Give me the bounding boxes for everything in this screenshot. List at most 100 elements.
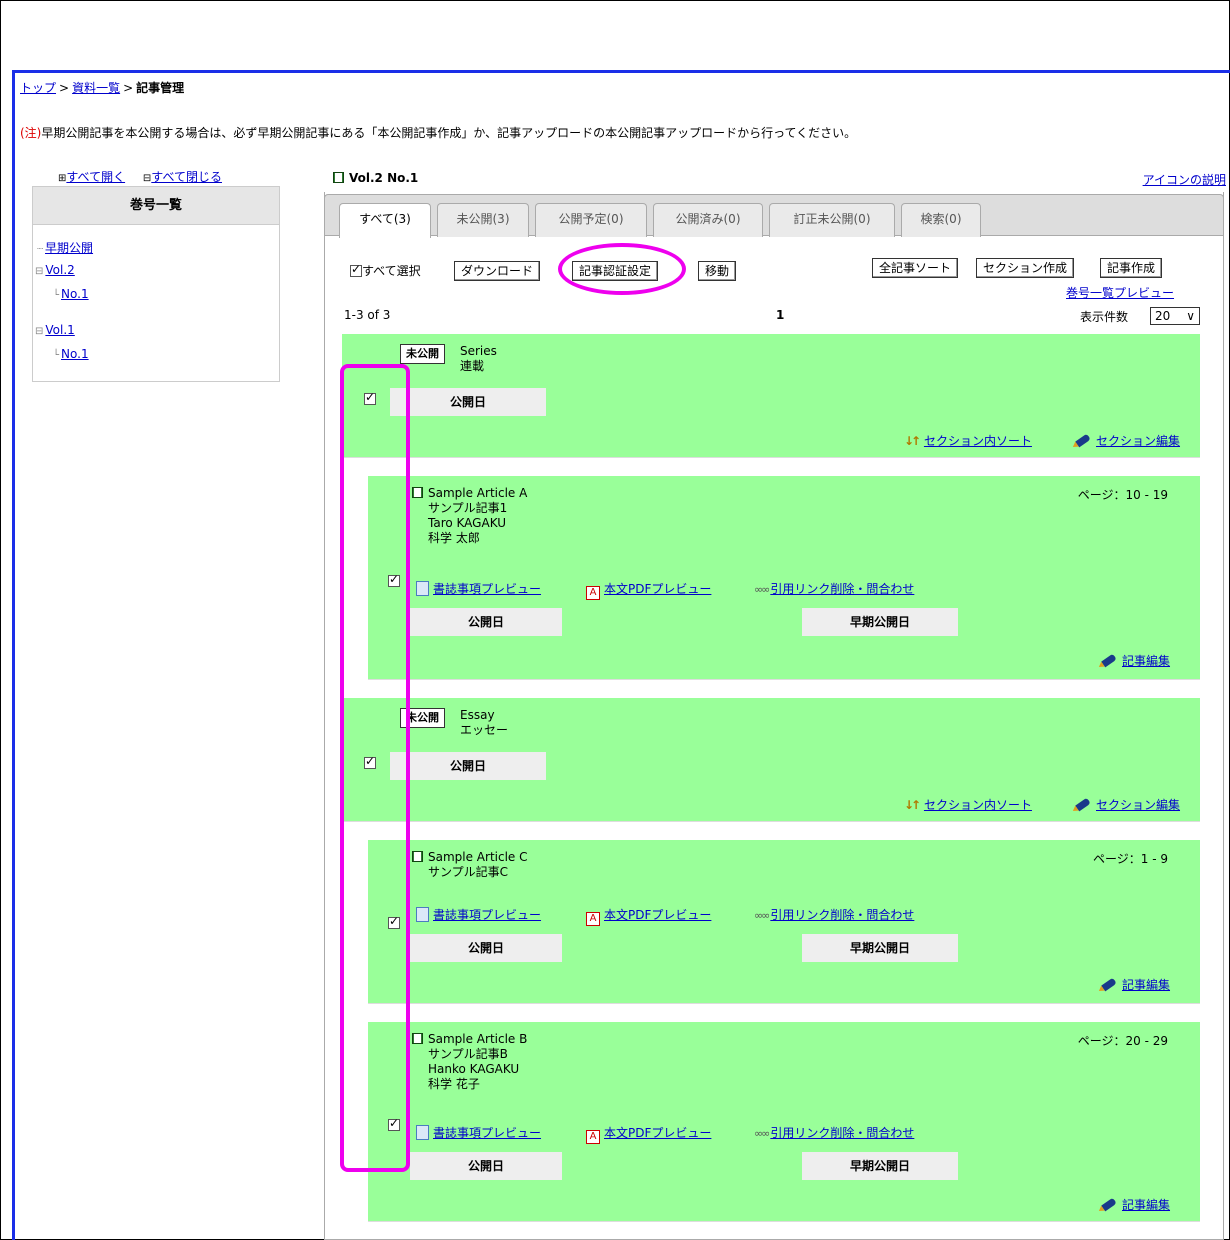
section-sort-link[interactable]: ↓↑ セクション内ソート (904, 796, 1032, 813)
move-button[interactable]: 移動 (698, 261, 737, 281)
pdf-preview-label[interactable]: 本文PDFプレビュー (604, 582, 711, 596)
pdf-preview-link[interactable]: A 本文PDFプレビュー (586, 906, 711, 926)
frame-border-left (12, 70, 15, 1240)
article-edit-link[interactable]: 記事編集 (1101, 976, 1170, 993)
breadcrumb-current: 記事管理 (136, 81, 185, 95)
pub-date-label: 公開日 (390, 388, 546, 416)
tree-link-early[interactable]: 早期公開 (45, 241, 93, 255)
download-button[interactable]: ダウンロード (454, 261, 541, 281)
tab-unpublished[interactable]: 未公開(3) (437, 203, 529, 237)
article-author-en: Taro KAGAKU (428, 516, 507, 530)
select-all-checkbox[interactable] (350, 262, 362, 277)
page-number[interactable]: 1 (776, 308, 784, 322)
collapse-all-link[interactable]: すべて閉じる (151, 170, 222, 184)
article-edit-label[interactable]: 記事編集 (1122, 978, 1170, 992)
per-page-value: 20 (1155, 309, 1171, 323)
tree-link-vol2-no1[interactable]: No.1 (61, 287, 89, 301)
article-title-en: Sample Article C (428, 850, 528, 864)
breadcrumb-list-link[interactable]: 資料一覧 (72, 81, 120, 95)
early-date-label: 早期公開日 (802, 608, 958, 636)
pub-date-label: 公開日 (410, 1152, 562, 1180)
tab-correction-unpublished[interactable]: 訂正未公開(0) (769, 203, 895, 237)
tab-published[interactable]: 公開済み(0) (653, 203, 763, 237)
document-icon (416, 581, 429, 596)
article-row: Sample Article B サンプル記事B Hanko KAGAKU 科学… (368, 1022, 1200, 1222)
section-edit-label[interactable]: セクション編集 (1096, 798, 1180, 812)
ref-link-link[interactable]: ∞∞ 引用リンク削除・問合わせ (754, 906, 914, 923)
ref-link-link[interactable]: ∞∞ 引用リンク削除・問合わせ (754, 580, 914, 597)
pub-date-label: 公開日 (390, 752, 546, 780)
article-edit-link[interactable]: 記事編集 (1101, 652, 1170, 669)
biblio-preview-link[interactable]: 書誌事項プレビュー (416, 580, 541, 597)
article-edit-label[interactable]: 記事編集 (1122, 654, 1170, 668)
biblio-preview-link[interactable]: 書誌事項プレビュー (416, 1124, 541, 1141)
tab-search[interactable]: 検索(0) (901, 203, 981, 237)
biblio-preview-link[interactable]: 書誌事項プレビュー (416, 906, 541, 923)
create-section-button[interactable]: セクション作成 (976, 258, 1075, 278)
ref-link-label[interactable]: 引用リンク削除・問合わせ (770, 1126, 914, 1140)
select-all[interactable]: すべて選択 (350, 262, 421, 279)
chain-link-icon: ∞∞ (754, 909, 770, 922)
article-author-en: Hanko KAGAKU (428, 1062, 520, 1076)
create-article-button[interactable]: 記事作成 (1100, 258, 1163, 278)
pdf-icon: A (586, 586, 600, 600)
notice-text: 早期公開記事を本公開する場合は、必ず早期公開記事にある「本公開記事作成」か、記事… (41, 126, 857, 140)
biblio-preview-label[interactable]: 書誌事項プレビュー (433, 582, 541, 596)
document-icon (416, 907, 429, 922)
breadcrumb-separator: > (59, 81, 70, 95)
section-sort-link[interactable]: ↓↑ セクション内ソート (904, 432, 1032, 449)
biblio-preview-label[interactable]: 書誌事項プレビュー (433, 908, 541, 922)
book-icon (412, 1033, 423, 1044)
section-sort-label[interactable]: セクション内ソート (924, 798, 1032, 812)
section-edit-link[interactable]: セクション編集 (1075, 796, 1180, 813)
sort-icon: ↓↑ (904, 434, 921, 448)
sort-all-button[interactable]: 全記事ソート (872, 258, 959, 278)
icon-help-link[interactable]: アイコンの説明 (1143, 171, 1226, 188)
tree-item-vol1-no1: └ No.1 (53, 347, 89, 361)
tree-link-vol2[interactable]: Vol.2 (45, 263, 74, 277)
tree-link-vol1[interactable]: Vol.1 (45, 323, 74, 337)
expand-all-link[interactable]: すべて開く (66, 170, 125, 184)
tab-all[interactable]: すべて(3) (339, 203, 431, 238)
section-title: Series 連載 (460, 344, 497, 374)
pencil-icon (1075, 433, 1091, 448)
pdf-preview-link[interactable]: A 本文PDFプレビュー (586, 580, 711, 600)
article-title-ja: サンプル記事C (428, 865, 509, 879)
pdf-icon: A (586, 1130, 600, 1144)
pdf-preview-link[interactable]: A 本文PDFプレビュー (586, 1124, 711, 1144)
section-row: 未公開 Essayエッセー 公開日 ↓↑ セクション内ソート セクション編集 (342, 698, 1200, 822)
volume-title-text: Vol.2 No.1 (349, 171, 419, 185)
pub-date-label: 公開日 (410, 608, 562, 636)
biblio-preview-label[interactable]: 書誌事項プレビュー (433, 1126, 541, 1140)
article-title-en: Sample Article B (428, 1032, 528, 1046)
section-title-en: Series (460, 344, 497, 358)
frame-border-top (12, 70, 1230, 73)
section-edit-label[interactable]: セクション編集 (1096, 434, 1180, 448)
tree-link-vol1-no1[interactable]: No.1 (61, 347, 89, 361)
section-title-en: Essay (460, 708, 495, 722)
article-edit-link[interactable]: 記事編集 (1101, 1196, 1170, 1213)
breadcrumb-top-link[interactable]: トップ (20, 81, 56, 95)
per-page-select[interactable]: 20 ∨ (1150, 307, 1200, 325)
volume-tree: 巻号一覧 ┈ 早期公開 ⊟ Vol.2 └ No.1 ⊟ Vol.1 └ No.1 (32, 186, 280, 382)
article-title-en: Sample Article A (428, 486, 528, 500)
ref-link-link[interactable]: ∞∞ 引用リンク削除・問合わせ (754, 1124, 914, 1141)
status-badge: 未公開 (400, 344, 445, 364)
article-edit-label[interactable]: 記事編集 (1122, 1198, 1170, 1212)
article-info: Sample Article A サンプル記事1 Taro KAGAKU 科学 … (412, 486, 527, 546)
collapse-node-icon[interactable]: ⊟ (35, 326, 43, 337)
section-edit-link[interactable]: セクション編集 (1075, 432, 1180, 449)
highlight-rectangle (340, 364, 410, 1172)
book-icon (412, 487, 423, 498)
article-title-ja: サンプル記事B (428, 1047, 508, 1061)
tab-scheduled[interactable]: 公開予定(0) (535, 203, 647, 237)
ref-link-label[interactable]: 引用リンク削除・問合わせ (770, 582, 914, 596)
collapse-node-icon[interactable]: ⊟ (35, 266, 43, 277)
sort-icon: ↓↑ (904, 798, 921, 812)
pdf-preview-label[interactable]: 本文PDFプレビュー (604, 1126, 711, 1140)
pdf-preview-label[interactable]: 本文PDFプレビュー (604, 908, 711, 922)
volume-preview-link[interactable]: 巻号一覧プレビュー (1066, 284, 1174, 301)
tree-item-vol2-no1: └ No.1 (53, 287, 89, 301)
section-sort-label[interactable]: セクション内ソート (924, 434, 1032, 448)
ref-link-label[interactable]: 引用リンク削除・問合わせ (770, 908, 914, 922)
